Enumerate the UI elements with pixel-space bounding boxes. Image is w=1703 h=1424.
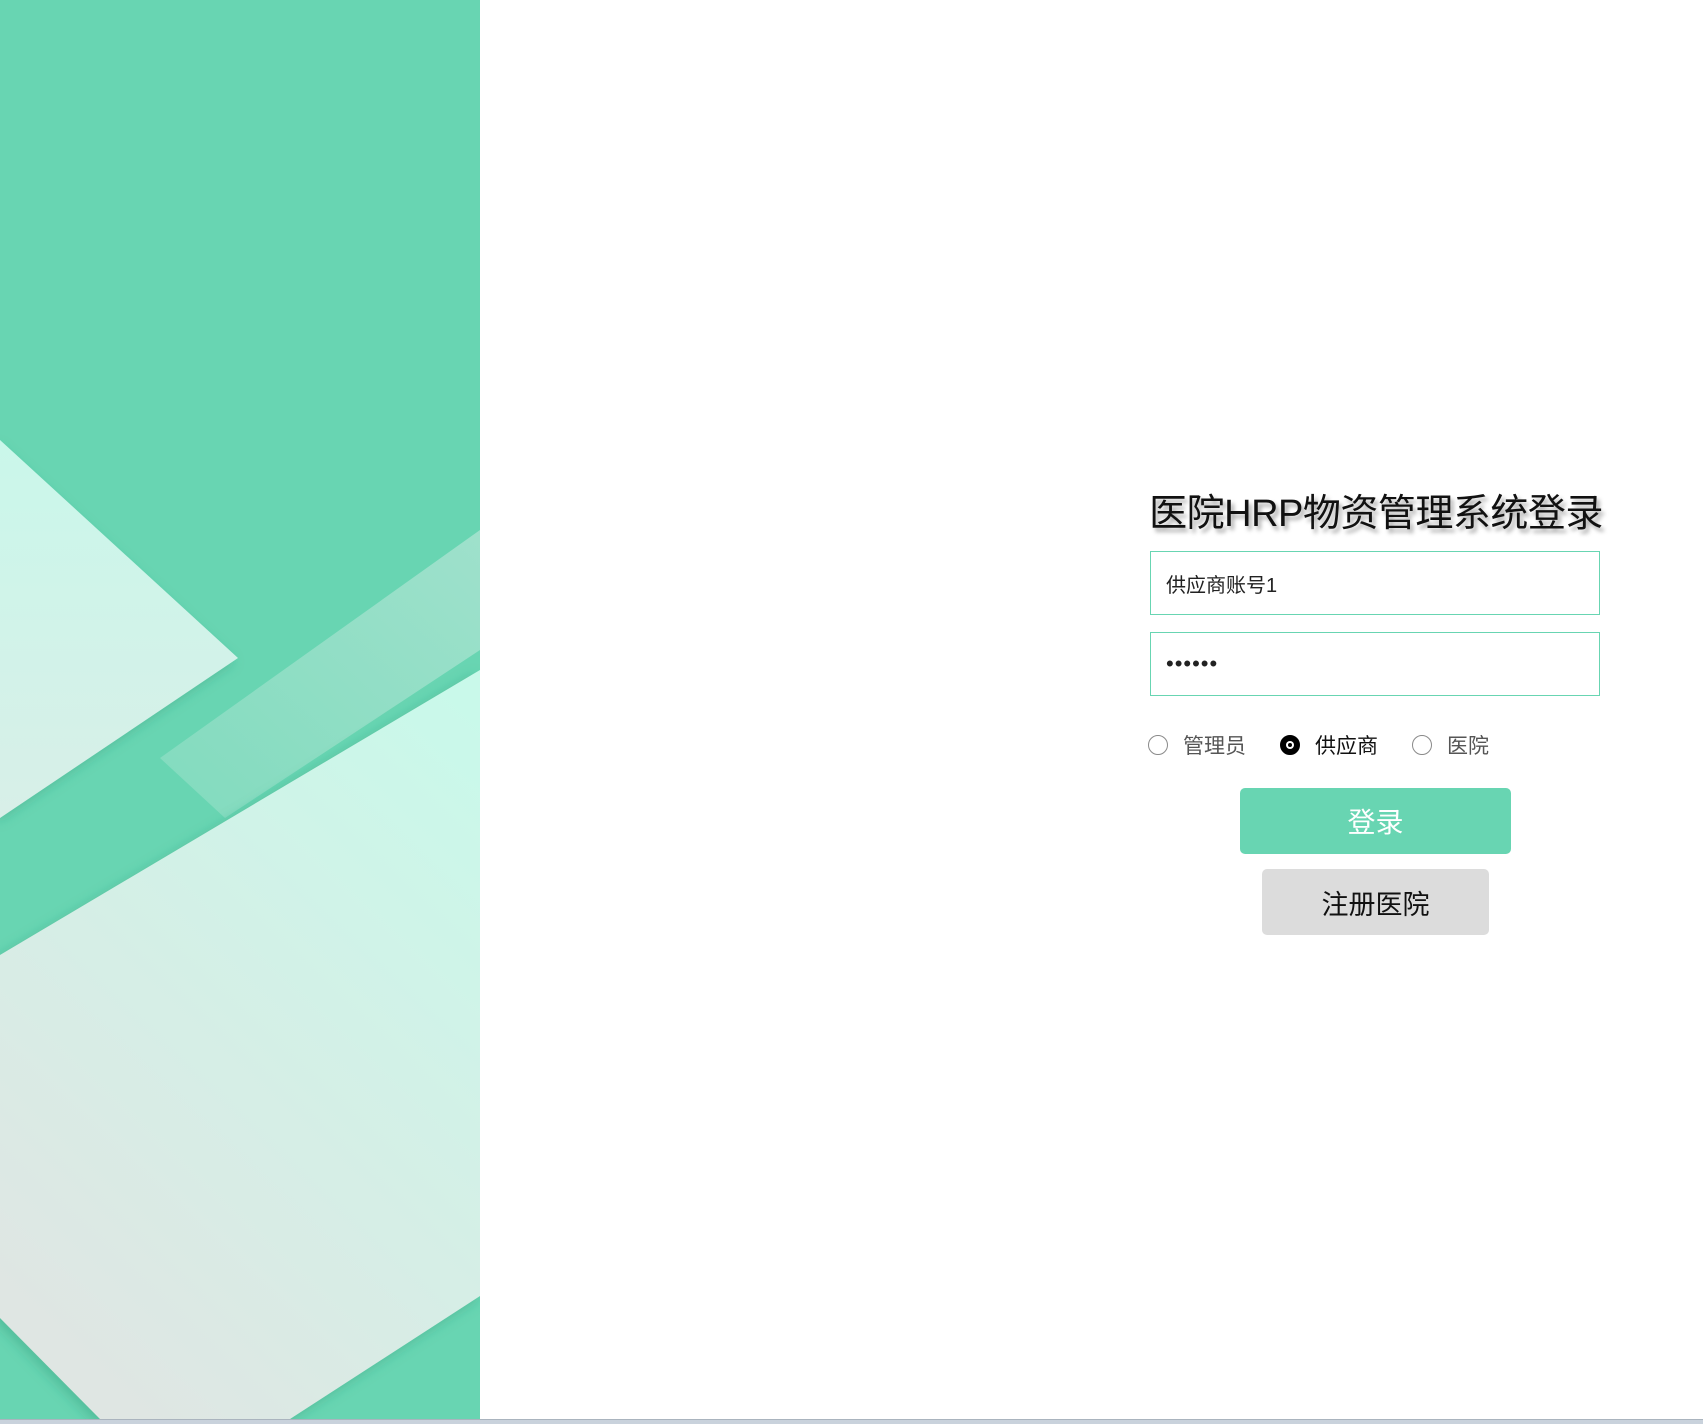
role-option-supplier[interactable]: 供应商 xyxy=(1280,730,1378,760)
login-page: 医院HRP物资管理系统登录 管理员 供应商 医院 登录 注册医院 xyxy=(0,0,1703,1424)
role-label-supplier: 供应商 xyxy=(1315,735,1378,758)
password-input[interactable] xyxy=(1150,632,1600,696)
role-radio-group: 管理员 供应商 医院 xyxy=(1148,731,1523,759)
account-input[interactable] xyxy=(1150,551,1600,615)
radio-hospital[interactable] xyxy=(1412,735,1432,755)
radio-admin[interactable] xyxy=(1148,735,1168,755)
decorative-side-panel xyxy=(0,0,480,1419)
login-button[interactable]: 登录 xyxy=(1240,788,1511,854)
register-hospital-button[interactable]: 注册医院 xyxy=(1262,869,1489,935)
page-title: 医院HRP物资管理系统登录 xyxy=(1149,493,1603,535)
radio-supplier[interactable] xyxy=(1280,735,1300,755)
role-option-hospital[interactable]: 医院 xyxy=(1412,730,1489,760)
role-option-admin[interactable]: 管理员 xyxy=(1148,730,1246,760)
role-label-admin: 管理员 xyxy=(1183,735,1246,758)
role-label-hospital: 医院 xyxy=(1447,735,1489,758)
window-bottom-edge xyxy=(0,1419,1703,1424)
geometric-background-art xyxy=(0,440,480,1419)
